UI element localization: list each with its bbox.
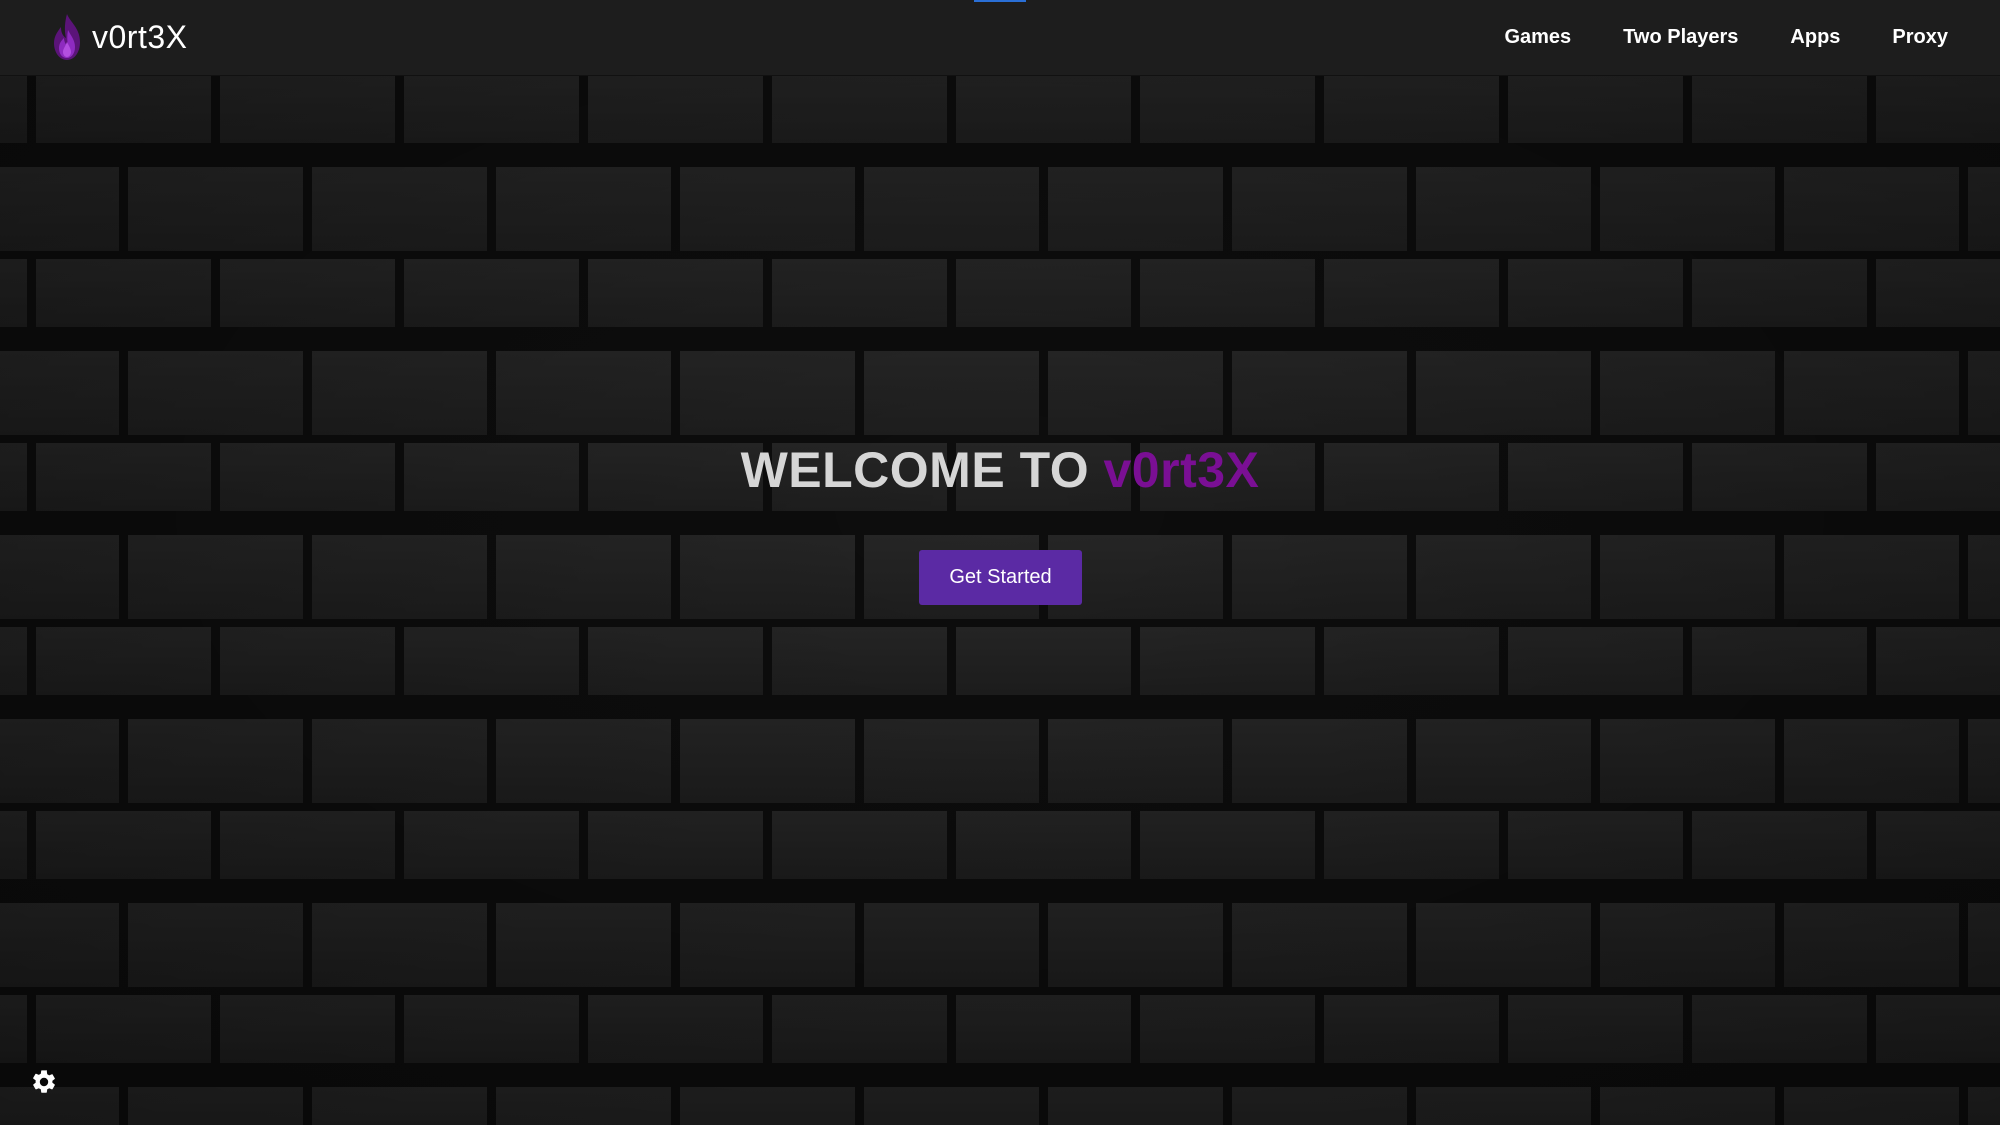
settings-button[interactable] — [30, 1068, 58, 1096]
hero-title-brand: v0rt3X — [1103, 442, 1260, 498]
nav-item-two-players[interactable]: Two Players — [1623, 26, 1738, 49]
brand-home-link[interactable]: v0rt3X — [50, 10, 187, 64]
gear-icon — [33, 1070, 55, 1093]
flame-icon — [54, 14, 80, 60]
hero-section: WELCOME TO v0rt3X — [0, 435, 2000, 505]
top-indicator — [974, 0, 1026, 2]
hero-title: WELCOME TO v0rt3X — [0, 435, 2000, 505]
nav-item-apps[interactable]: Apps — [1790, 26, 1840, 49]
brand-name: v0rt3X — [92, 18, 188, 55]
top-navbar: v0rt3X Games Two Players Apps Proxy — [0, 0, 2000, 75]
hero-title-prefix: WELCOME TO — [740, 442, 1104, 498]
nav-item-games[interactable]: Games — [1504, 26, 1571, 49]
main-nav: Games Two Players Apps Proxy — [1504, 0, 1948, 75]
get-started-button[interactable]: Get Started — [919, 550, 1082, 605]
nav-item-proxy[interactable]: Proxy — [1892, 26, 1948, 49]
page: v0rt3X Games Two Players Apps Proxy WELC… — [0, 0, 2000, 1125]
